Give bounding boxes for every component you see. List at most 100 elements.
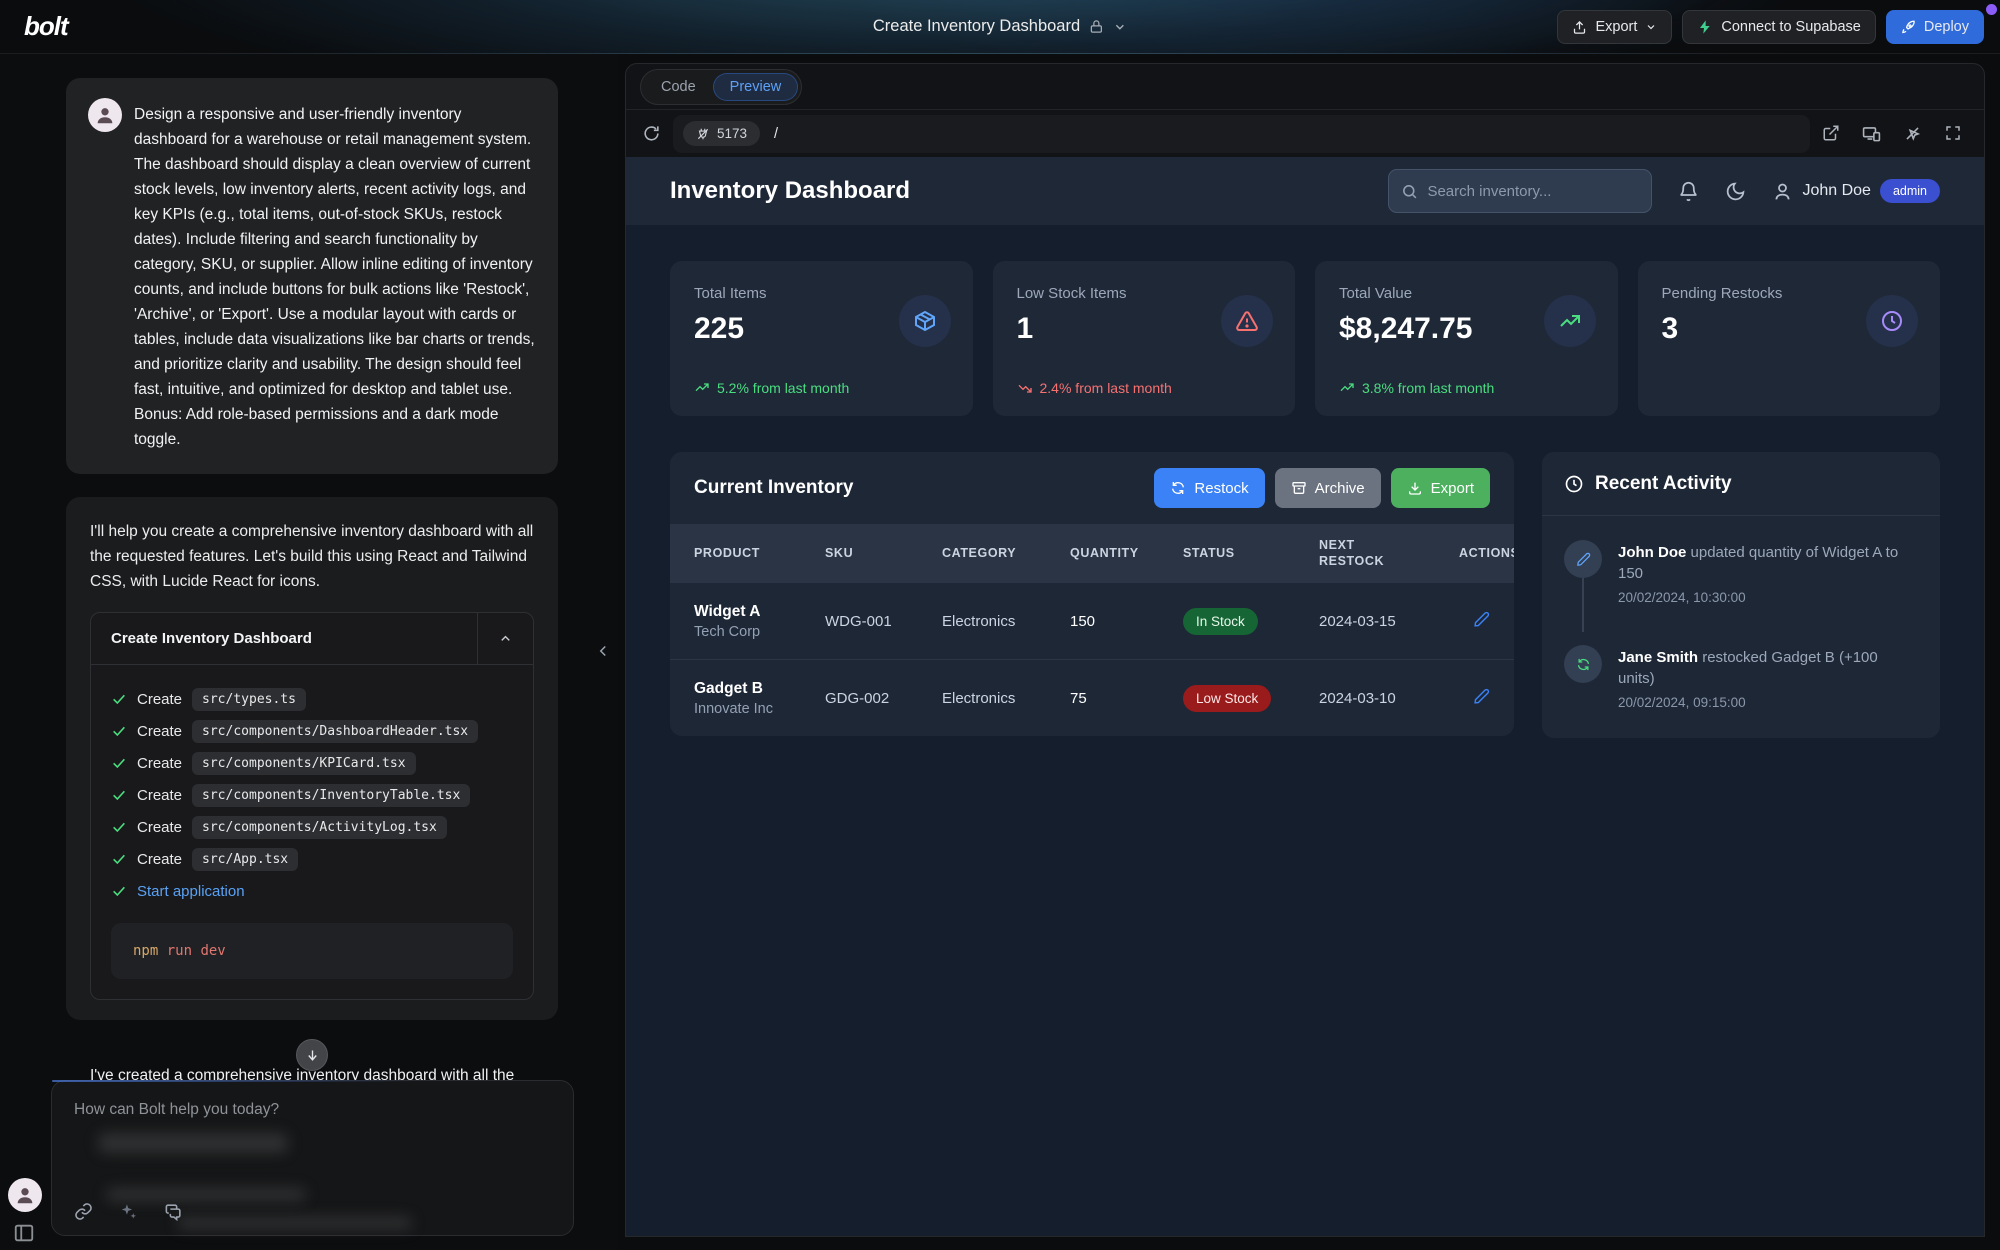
refresh-icon <box>1564 645 1602 683</box>
artifact-header[interactable]: Create Inventory Dashboard <box>91 613 533 665</box>
activity-item: Jane Smith restocked Gadget B (+100 unit… <box>1564 645 1918 710</box>
export-button[interactable]: Export <box>1557 10 1672 44</box>
file-chip[interactable]: src/components/DashboardHeader.tsx <box>192 720 478 743</box>
account-avatar[interactable] <box>8 1178 42 1212</box>
project-title-text: Create Inventory Dashboard <box>873 17 1080 36</box>
kpi-total-items: Total Items 225 5.2% from last month <box>670 261 973 416</box>
chevron-down-icon <box>1645 21 1657 33</box>
activity-item: John Doe updated quantity of Widget A to… <box>1564 540 1918 605</box>
supabase-icon <box>1697 19 1713 35</box>
upload-icon <box>1572 20 1587 35</box>
bell-icon[interactable] <box>1678 181 1699 202</box>
restock-button[interactable]: Restock <box>1154 468 1264 508</box>
port-number: 5173 <box>717 126 747 141</box>
workbench: Code Preview 5173 / <box>625 63 1985 1237</box>
plug-icon <box>696 127 710 141</box>
edit-icon[interactable] <box>1473 611 1490 628</box>
file-chip[interactable]: src/App.tsx <box>192 848 298 871</box>
bolt-logo: bolt <box>24 11 68 42</box>
link-icon[interactable] <box>74 1202 93 1221</box>
dashboard-title: Inventory Dashboard <box>670 177 910 205</box>
connect-supabase-button[interactable]: Connect to Supabase <box>1682 10 1875 44</box>
project-title[interactable]: Create Inventory Dashboard <box>873 17 1127 36</box>
trending-down-icon <box>1017 380 1033 396</box>
collapse-chat-handle[interactable] <box>594 642 612 660</box>
inventory-panel: Current Inventory Restock Archive Exp <box>670 452 1514 736</box>
rocket-icon <box>1901 20 1916 35</box>
activity-panel: Recent Activity John Doe updated quantit… <box>1542 452 1940 738</box>
table-header: PRODUCT SKU CATEGORY QUANTITY STATUS NEX… <box>670 524 1514 582</box>
export-label: Export <box>1595 19 1637 35</box>
trending-up-icon <box>694 380 710 396</box>
inventory-title: Current Inventory <box>694 477 853 499</box>
clock-icon <box>1564 474 1584 494</box>
search-input[interactable] <box>1427 183 1639 200</box>
url-path: / <box>774 126 778 142</box>
archive-button[interactable]: Archive <box>1275 468 1381 508</box>
notification-dot <box>1986 4 1997 15</box>
artifact-steps: Create src/types.ts Create src/component… <box>91 665 533 999</box>
terminal-command: npm run dev <box>111 923 513 979</box>
port-pill[interactable]: 5173 <box>683 121 760 146</box>
check-icon <box>111 819 127 835</box>
activity-title: Recent Activity <box>1595 473 1732 495</box>
inventory-search[interactable] <box>1388 169 1652 213</box>
file-chip[interactable]: src/components/ActivityLog.tsx <box>192 816 447 839</box>
reload-icon[interactable] <box>642 124 661 143</box>
status-badge: In Stock <box>1183 608 1258 635</box>
tab-code[interactable]: Code <box>644 73 713 101</box>
table-row: Widget A Tech Corp WDG-001 Electronics 1… <box>670 582 1514 659</box>
view-tabs: Code Preview <box>626 64 1984 110</box>
status-badge: Low Stock <box>1183 685 1271 712</box>
redacted-text <box>98 1133 288 1153</box>
user-icon <box>1772 181 1793 202</box>
artifact-panel: Create Inventory Dashboard Create src/ty… <box>90 612 534 1000</box>
quantity-cell[interactable]: 75 <box>1070 690 1183 707</box>
inspector-cursor-icon[interactable] <box>1903 124 1922 143</box>
artifact-step: Create src/types.ts <box>111 683 513 715</box>
tab-preview[interactable]: Preview <box>713 73 799 101</box>
user-name: John Doe <box>1802 182 1871 200</box>
trending-up-icon <box>1544 295 1596 347</box>
file-chip[interactable]: src/types.ts <box>192 688 306 711</box>
fullscreen-icon[interactable] <box>1944 124 1962 143</box>
user-menu[interactable]: John Doe admin <box>1772 179 1940 203</box>
dashboard-header: Inventory Dashboard <box>626 157 1984 225</box>
role-badge: admin <box>1880 179 1940 203</box>
url-input[interactable]: 5173 / <box>673 115 1810 153</box>
check-icon <box>111 755 127 771</box>
check-icon <box>111 851 127 867</box>
top-bar: bolt Create Inventory Dashboard Export C… <box>0 0 2000 54</box>
redacted-text <box>106 1188 306 1201</box>
redacted-text <box>177 1217 412 1229</box>
chat-mode-icon[interactable] <box>164 1202 183 1221</box>
artifact-step: Create src/App.tsx <box>111 843 513 875</box>
sparkles-icon[interactable] <box>119 1202 138 1221</box>
chat-input-box[interactable]: How can Bolt help you today? <box>51 1080 574 1236</box>
artifact-step: Create src/components/DashboardHeader.ts… <box>111 715 513 747</box>
file-chip[interactable]: src/components/InventoryTable.tsx <box>192 784 470 807</box>
sidebar-toggle-icon[interactable] <box>13 1222 35 1244</box>
archive-icon <box>1291 480 1307 496</box>
deploy-label: Deploy <box>1924 19 1969 35</box>
table-row: Gadget B Innovate Inc GDG-002 Electronic… <box>670 659 1514 736</box>
edit-icon[interactable] <box>1473 688 1490 705</box>
kpi-total-value: Total Value $8,247.75 3.8% from last mon… <box>1315 261 1618 416</box>
quantity-cell[interactable]: 150 <box>1070 613 1183 630</box>
chevron-down-icon[interactable] <box>1113 20 1127 34</box>
open-external-icon[interactable] <box>1822 124 1840 143</box>
artifact-title: Create Inventory Dashboard <box>91 630 312 647</box>
export-csv-button[interactable]: Export <box>1391 468 1490 508</box>
file-chip[interactable]: src/components/KPICard.tsx <box>192 752 416 775</box>
search-icon <box>1401 183 1418 200</box>
preview-iframe: Inventory Dashboard <box>626 157 1984 1236</box>
check-icon <box>111 787 127 803</box>
devices-icon[interactable] <box>1862 124 1881 143</box>
dark-mode-toggle-icon[interactable] <box>1725 181 1746 202</box>
package-icon <box>899 295 951 347</box>
artifact-step: Create src/components/ActivityLog.tsx <box>111 811 513 843</box>
start-application-step[interactable]: Start application <box>111 875 513 907</box>
chevron-up-icon[interactable] <box>477 613 533 665</box>
deploy-button[interactable]: Deploy <box>1886 10 1984 44</box>
check-icon <box>111 723 127 739</box>
